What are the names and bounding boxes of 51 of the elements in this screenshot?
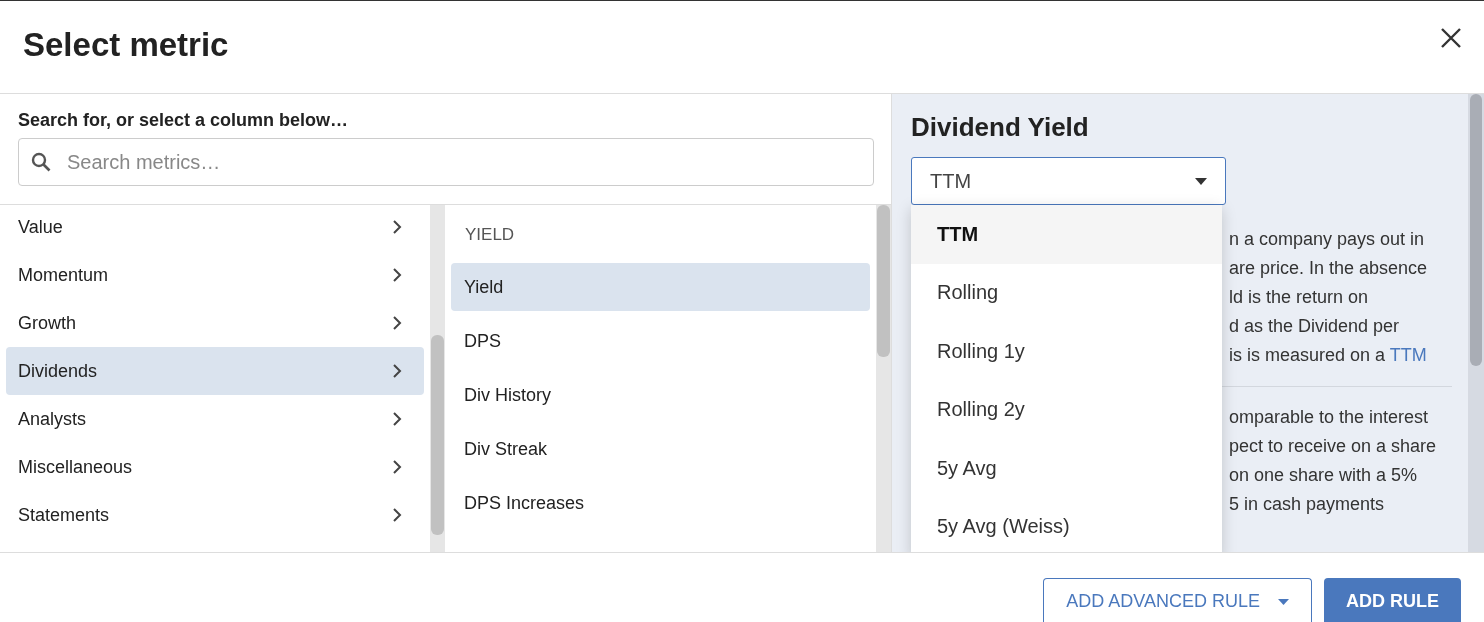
add-advanced-rule-button[interactable]: ADD ADVANCED RULE — [1043, 578, 1312, 622]
search-label: Search for, or select a column below… — [18, 110, 350, 131]
add-rule-button[interactable]: ADD RULE — [1324, 578, 1461, 622]
chevron-right-icon — [392, 315, 402, 331]
description-text: 5 in cash payments — [1229, 493, 1386, 516]
dropdown-option[interactable]: 5y Avg — [911, 439, 1222, 498]
dropdown-option[interactable]: TTM — [911, 205, 1222, 264]
description-text: d as the Dividend per — [1229, 315, 1401, 338]
search-icon — [31, 152, 51, 172]
metric-item[interactable]: Yield — [451, 263, 870, 311]
metric-item[interactable]: Div History — [451, 371, 870, 419]
section-heading: YIELD — [464, 224, 516, 246]
chevron-right-icon — [392, 507, 402, 523]
ttm-link[interactable]: TTM — [1389, 345, 1427, 365]
category-item[interactable]: Momentum — [6, 251, 424, 299]
description-text: on one share with a 5% — [1229, 464, 1419, 487]
caret-down-icon — [1195, 177, 1207, 185]
description-text: are price. In the absence — [1229, 257, 1429, 280]
chevron-right-icon — [392, 363, 402, 379]
metric-item[interactable]: DPS Increases — [451, 479, 870, 527]
metric-item[interactable]: Div Streak — [451, 425, 870, 473]
close-button[interactable] — [1440, 27, 1462, 49]
dropdown-option[interactable]: Rolling — [911, 263, 1222, 322]
dropdown-option[interactable]: Rolling 2y — [911, 380, 1222, 439]
category-item[interactable]: Growth — [6, 299, 424, 347]
dropdown-option[interactable]: Rolling 1y — [911, 322, 1222, 381]
scrollbar-thumb[interactable] — [877, 205, 890, 357]
chevron-right-icon — [392, 411, 402, 427]
chevron-right-icon — [392, 459, 402, 475]
scrollbar-thumb[interactable] — [1470, 94, 1482, 366]
search-field[interactable]: Search metrics… — [18, 138, 874, 186]
period-dropdown[interactable]: TTM — [911, 157, 1226, 205]
category-item[interactable]: Miscellaneous — [6, 443, 424, 491]
description-text: ld is the return on — [1229, 286, 1370, 309]
metric-item[interactable]: DPS — [451, 317, 870, 365]
category-item[interactable]: Statements — [6, 491, 424, 539]
dropdown-option[interactable]: 5y Avg (Weiss) — [911, 497, 1222, 552]
caret-down-icon — [1278, 598, 1289, 605]
scrollbar-thumb[interactable] — [431, 335, 444, 535]
close-icon — [1440, 27, 1462, 49]
category-item[interactable]: Value — [6, 205, 424, 251]
category-item[interactable]: Dividends — [6, 347, 424, 395]
chevron-right-icon — [392, 267, 402, 283]
category-item[interactable]: Analysts — [6, 395, 424, 443]
description-text: omparable to the interest — [1229, 406, 1430, 429]
detail-title: Dividend Yield — [911, 112, 1090, 143]
description-text: n a company pays out in — [1229, 228, 1426, 251]
description-text: pect to receive on a share — [1229, 435, 1438, 458]
description-text: is is measured on a — [1229, 345, 1387, 365]
dialog-title: Select metric — [23, 26, 229, 64]
chevron-right-icon — [392, 219, 402, 235]
